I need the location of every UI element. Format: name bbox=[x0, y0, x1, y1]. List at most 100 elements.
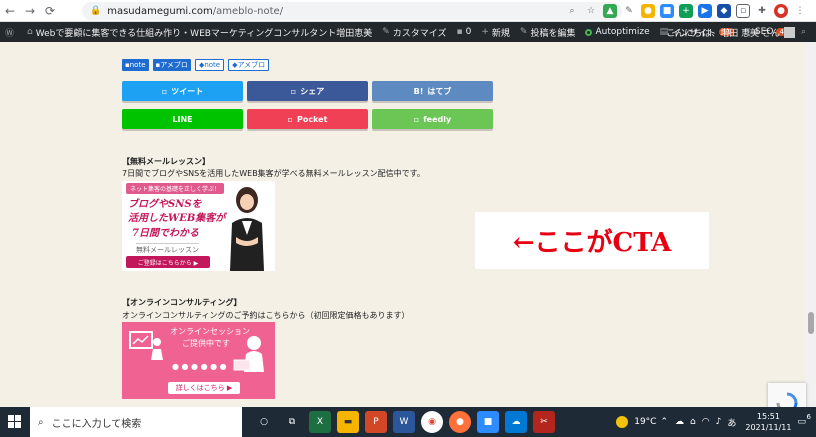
system-tray: 19°C ⌃ ☁ ⌂ ◠ ♪ あ 15:51 2021/11/11 ▭ 6 bbox=[616, 407, 816, 437]
plus-icon: + bbox=[481, 27, 489, 37]
hatena-icon: B! bbox=[413, 86, 424, 96]
wifi-icon[interactable]: ◠ bbox=[702, 417, 710, 427]
tag-ameblo-outline[interactable]: ◆アメブロ bbox=[228, 59, 270, 71]
banner-tagline: ネット集客の基礎を正しく学ぶ！ bbox=[126, 183, 225, 194]
url-path: /ameblo-note/ bbox=[212, 5, 284, 17]
register-button[interactable]: ご登録はこちらから ▶ bbox=[126, 256, 210, 268]
forward-icon[interactable]: → bbox=[20, 1, 40, 21]
extension-yellow-icon[interactable]: ● bbox=[641, 4, 655, 18]
consulting-banner[interactable]: オンラインセッション ご提供中です ● ● ● ● ● ● 詳しくはこちら ▶ bbox=[122, 322, 275, 399]
clock-time: 15:51 bbox=[756, 412, 780, 421]
hatena-label: はてブ bbox=[427, 86, 452, 96]
excel-icon[interactable]: X bbox=[309, 411, 331, 433]
wp-new[interactable]: + 新規 bbox=[476, 22, 515, 42]
tag-note[interactable]: ▪note bbox=[122, 59, 149, 71]
drive-icon[interactable]: ▲ bbox=[603, 4, 617, 18]
word-icon[interactable]: W bbox=[393, 411, 415, 433]
extension-navy-icon[interactable]: ◆ bbox=[717, 4, 731, 18]
wp-edit-post-label: 投稿を編集 bbox=[530, 28, 576, 39]
windows-start-icon[interactable] bbox=[0, 407, 30, 437]
hatena-button[interactable]: B! はてブ bbox=[372, 81, 493, 101]
wp-admin-bar: Ⓦ ⌂ Webで要顧に集客できる仕組み作り・WEBマーケティングコンサルタント増田… bbox=[0, 22, 816, 42]
wp-site-name[interactable]: ⌂ Webで要顧に集客できる仕組み作り・WEBマーケティングコンサルタント増田恵美 bbox=[22, 22, 377, 42]
woman-laptop-icon bbox=[233, 336, 264, 372]
pencil-icon: ✎ bbox=[519, 27, 528, 37]
tag-list: ▪note ▪アメブロ ◆note ◆アメブロ bbox=[122, 59, 270, 71]
status-dot-icon bbox=[585, 28, 593, 36]
zoom-taskbar-icon[interactable]: ■ bbox=[477, 411, 499, 433]
address-bar[interactable]: 🔒 masudamegumi.com /ameblo-note/ bbox=[82, 2, 622, 20]
consulting-details-button[interactable]: 詳しくはこちら ▶ bbox=[168, 382, 240, 394]
presentation-icon bbox=[129, 331, 163, 360]
tag-ameblo[interactable]: ▪アメブロ bbox=[152, 59, 191, 71]
wp-autoptimize[interactable]: Autoptimize bbox=[580, 22, 654, 42]
feedly-label: feedly bbox=[423, 114, 452, 124]
back-icon[interactable]: ← bbox=[0, 1, 20, 21]
extension-box-icon[interactable]: ▫ bbox=[736, 4, 750, 18]
feedly-icon: ▫ bbox=[413, 114, 420, 124]
profile-avatar[interactable]: ● bbox=[774, 4, 788, 18]
task-view-icon[interactable]: ⧉ bbox=[281, 411, 303, 433]
clock[interactable]: 15:51 2021/11/11 bbox=[745, 411, 791, 433]
firefox-icon[interactable]: ● bbox=[449, 411, 471, 433]
wp-account[interactable]: こんにちは、増田 恵美 さん ⌕ bbox=[666, 22, 806, 42]
chrome-icon[interactable]: ◉ bbox=[421, 411, 443, 433]
wp-edit-post[interactable]: ✎ 投稿を編集 bbox=[515, 22, 581, 42]
clock-date: 2021/11/11 bbox=[745, 423, 792, 432]
avatar bbox=[783, 26, 795, 38]
page-scrollbar[interactable] bbox=[806, 42, 816, 407]
eyedropper-icon[interactable]: ✎ bbox=[622, 4, 636, 18]
weather-sun-icon bbox=[616, 416, 629, 428]
line-button[interactable]: LINE bbox=[122, 109, 243, 129]
tweet-label: ツイート bbox=[171, 86, 204, 96]
powerpoint-icon[interactable]: P bbox=[365, 411, 387, 433]
tag-label: アメブロ bbox=[237, 61, 266, 69]
cortana-icon[interactable]: ○ bbox=[253, 411, 275, 433]
snipping-icon[interactable]: ✂ bbox=[533, 411, 555, 433]
wp-search-icon[interactable]: ⌕ bbox=[801, 27, 806, 37]
bookmark-star-icon[interactable]: ☆ bbox=[584, 4, 598, 18]
wp-logo-icon[interactable]: Ⓦ bbox=[0, 22, 22, 42]
banner-line-1: ブログやSNSを bbox=[128, 199, 202, 210]
volume-icon[interactable]: ♪ bbox=[716, 417, 722, 427]
ime-indicator[interactable]: あ bbox=[727, 416, 736, 429]
onedrive-icon[interactable]: ☁ bbox=[505, 411, 527, 433]
facebook-share-button[interactable]: ▫ シェア bbox=[247, 81, 368, 101]
facebook-icon: ▫ bbox=[290, 86, 297, 96]
mail-lesson-banner[interactable]: ネット集客の基礎を正しく学ぶ！ ブログやSNSを 活用したWEB集客が 7日間で… bbox=[122, 181, 275, 271]
menu-icon[interactable]: ⋮ bbox=[793, 4, 807, 18]
dots-decoration: ● ● ● ● ● ● bbox=[172, 362, 227, 371]
cloud-icon[interactable]: ☁ bbox=[675, 417, 684, 427]
banner-line-3: 7日間でわかる bbox=[132, 228, 199, 239]
consulting-banner-line-2: ご提供中です bbox=[182, 339, 230, 348]
taskbar-search-box[interactable]: ⌕ ここに入力して検索 bbox=[30, 407, 242, 437]
comment-icon: ▪ bbox=[456, 27, 463, 37]
banner-subtitle: 無料メールレッスン bbox=[136, 243, 199, 255]
tag-label: アメブロ bbox=[160, 61, 188, 69]
plus-extension-icon[interactable]: + bbox=[679, 4, 693, 18]
puzzle-icon[interactable]: ✚ bbox=[755, 4, 769, 18]
notification-icon[interactable]: ▭ 6 bbox=[797, 413, 811, 427]
taskbar-search-placeholder: ここに入力して検索 bbox=[51, 418, 142, 430]
chevron-up-icon[interactable]: ⌃ bbox=[660, 417, 668, 427]
wp-comments[interactable]: ▪ 0 bbox=[452, 22, 477, 42]
feedly-button[interactable]: ▫ feedly bbox=[372, 109, 493, 129]
extension-blue-icon[interactable]: ▶ bbox=[698, 4, 712, 18]
reload-icon[interactable]: ⟳ bbox=[40, 1, 60, 21]
scrollbar-thumb[interactable] bbox=[808, 312, 814, 334]
tweet-button[interactable]: ▫ ツイート bbox=[122, 81, 243, 101]
wp-customize-label: カスタマイズ bbox=[392, 28, 447, 39]
notification-count: 6 bbox=[806, 413, 811, 421]
url-host: masudamegumi.com bbox=[107, 5, 213, 17]
pocket-icon: ▫ bbox=[287, 114, 293, 124]
search-icon[interactable]: ⌕ bbox=[565, 4, 579, 18]
tag-note-outline[interactable]: ◆note bbox=[194, 59, 225, 71]
weather-temperature[interactable]: 19°C bbox=[634, 417, 656, 427]
page-content: ▪note ▪アメブロ ◆note ◆アメブロ ▫ ツイート ▫ シェア B! はてブ… bbox=[0, 42, 816, 423]
section-desc-consulting: オンラインコンサルティングのご予約はこちらから（初回限定価格もあります） bbox=[122, 311, 410, 320]
zoom-icon[interactable]: ■ bbox=[660, 4, 674, 18]
file-explorer-icon[interactable]: ▬ bbox=[337, 411, 359, 433]
wp-customize[interactable]: ✎ カスタマイズ bbox=[377, 22, 451, 42]
pocket-button[interactable]: ▫ Pocket bbox=[247, 109, 368, 129]
network-icon[interactable]: ⌂ bbox=[690, 417, 696, 427]
